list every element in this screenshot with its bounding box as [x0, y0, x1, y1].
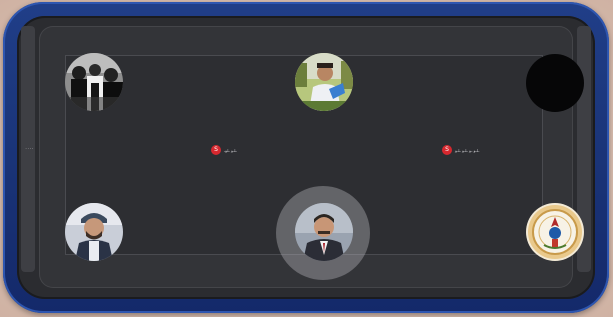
seat-top-center[interactable]: [295, 53, 353, 111]
rank-badge: S: [211, 145, 221, 155]
monochrome-group-photo-avatar: [65, 53, 123, 111]
man-in-suit-avatar: [295, 203, 353, 261]
seat-bottom-right[interactable]: [526, 203, 584, 261]
seat-bottom-center[interactable]: [295, 203, 353, 261]
man-in-cap-avatar: [65, 203, 123, 261]
player-name-tag-left: S ـلـو ـلوـ: [211, 144, 237, 156]
player-name: ـلـو ـلوـ: [224, 147, 237, 153]
outdoor-man-avatar: [295, 53, 353, 111]
player-name: ـلـو ـو ـلـو ـلـو: [455, 147, 480, 153]
seat-top-left[interactable]: [65, 53, 123, 111]
seat-bottom-left[interactable]: [65, 203, 123, 261]
emblem-logo-avatar: [526, 203, 584, 261]
rank-badge: S: [442, 145, 452, 155]
player-name-tag-right: S ـلـو ـو ـلـو ـلـو: [442, 144, 479, 156]
game-stage: ٠٠٠٠ S ـلـو ـلوـ S ـلـو ـو ـلـو ـلـو: [0, 0, 613, 317]
seat-top-right-empty[interactable]: [526, 54, 584, 112]
edge-label: ٠٠٠٠: [25, 146, 34, 151]
